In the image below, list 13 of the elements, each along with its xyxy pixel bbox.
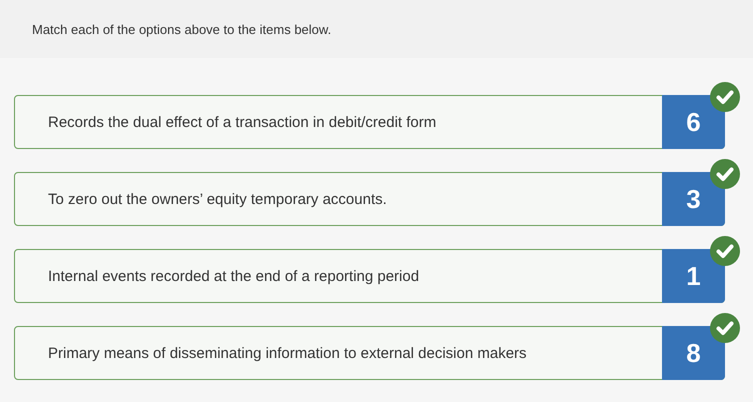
checkmark-icon bbox=[710, 159, 740, 189]
item-text: Records the dual effect of a transaction in debit/credit form bbox=[47, 114, 438, 130]
checkmark-icon bbox=[710, 313, 740, 343]
item-text: Internal events recorded at the end of a reporting period bbox=[47, 268, 420, 284]
item-text: Primary means of disseminating information to external decision makers bbox=[47, 344, 528, 362]
answer-number[interactable]: 8 bbox=[662, 326, 725, 380]
instructions-text: Match each of the options above to the items below. bbox=[32, 22, 332, 36]
answer-number[interactable]: 1 bbox=[662, 249, 725, 303]
answer-number[interactable]: 6 bbox=[662, 95, 725, 149]
checkmark-icon bbox=[710, 82, 740, 112]
checkmark-icon bbox=[710, 236, 740, 266]
item-text: To zero out the owners’ equity temporary accounts. bbox=[47, 190, 388, 208]
answer-number[interactable]: 3 bbox=[662, 172, 725, 226]
